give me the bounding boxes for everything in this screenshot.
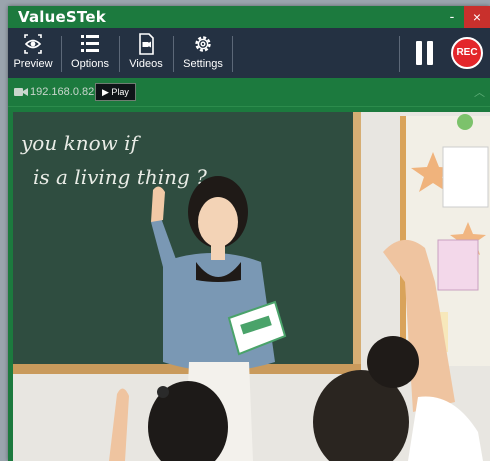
videos-button[interactable]: Videos (124, 32, 168, 76)
chevron-up-icon[interactable]: ︿ (474, 84, 485, 100)
toolbar-divider (232, 36, 233, 72)
toolbar-divider (61, 36, 62, 72)
play-button[interactable]: ▶ Play (95, 83, 136, 101)
settings-label: Settings (183, 58, 223, 70)
toolbar-divider (119, 36, 120, 72)
videos-label: Videos (129, 58, 163, 70)
options-label: Options (71, 58, 109, 70)
list-icon (81, 35, 99, 52)
record-button[interactable]: REC (451, 37, 483, 69)
chalk-text-line-1: you know if (20, 131, 141, 155)
eye-icon (24, 34, 42, 54)
classroom-video-frame: you know if is a living thing ? (13, 112, 490, 461)
video-preview[interactable]: you know if is a living thing ? (13, 112, 490, 461)
camera-icon (14, 88, 28, 96)
toolbar-divider (173, 36, 174, 72)
settings-button[interactable]: Settings (178, 32, 228, 76)
toolbar: Preview Options Videos Settings REC (8, 28, 490, 78)
chalk-text-line-2: is a living thing ? (33, 165, 207, 189)
source-ip: 192.168.0.82 (30, 86, 95, 98)
preview-label: Preview (13, 58, 53, 70)
source-bar: 192.168.0.82 ▶ Play ︿ (8, 78, 490, 107)
pause-button[interactable] (416, 41, 434, 65)
minimize-button[interactable]: - (440, 6, 464, 28)
title-bar[interactable]: ValueSTek - × (8, 6, 490, 28)
toolbar-divider (399, 36, 400, 72)
video-file-icon (139, 33, 154, 55)
gear-icon (195, 36, 211, 52)
preview-button[interactable]: Preview (10, 32, 56, 76)
pause-icon (416, 41, 422, 65)
options-button[interactable]: Options (66, 32, 114, 76)
app-title: ValueSTek (18, 8, 106, 26)
app-window: ValueSTek - × Preview Options Videos Set… (8, 6, 490, 461)
close-button[interactable]: × (464, 6, 490, 28)
